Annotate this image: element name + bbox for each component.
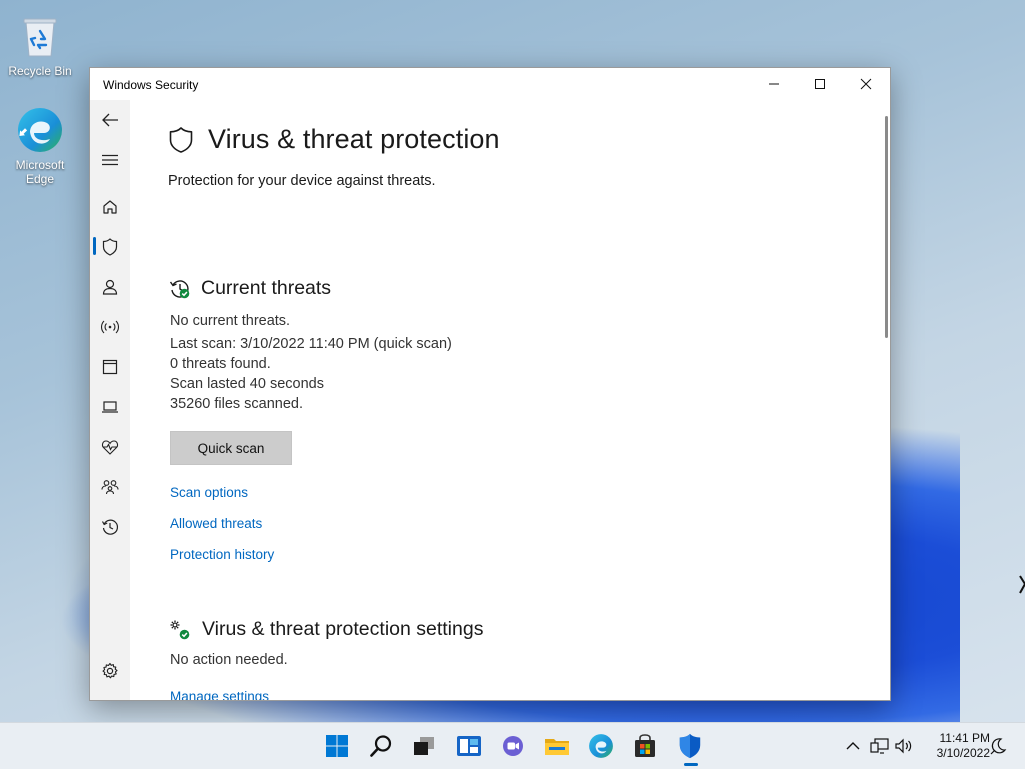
navigation-rail xyxy=(90,100,130,700)
settings-gears-icon xyxy=(170,620,190,640)
file-explorer-button[interactable] xyxy=(541,730,573,762)
clock-time: 11:41 PM xyxy=(939,731,990,745)
search-button[interactable] xyxy=(365,730,397,762)
desktop-icon-label: Microsoft Edge xyxy=(15,158,65,186)
volume-button[interactable] xyxy=(894,737,914,755)
maximize-button[interactable] xyxy=(797,68,843,100)
heart-pulse-icon xyxy=(101,440,119,455)
chevron-up-icon xyxy=(846,742,860,750)
main-content: Virus & threat protection Protection for… xyxy=(130,100,890,700)
show-hidden-icons-button[interactable] xyxy=(843,737,863,755)
search-icon xyxy=(370,735,392,757)
nav-app-browser-control[interactable] xyxy=(90,349,130,385)
teams-chat-button[interactable] xyxy=(497,730,529,762)
family-icon xyxy=(101,480,119,495)
moon-icon xyxy=(990,738,1007,755)
nav-family-options[interactable] xyxy=(90,469,130,505)
network-icon xyxy=(870,738,889,754)
nav-device-security[interactable] xyxy=(90,389,130,425)
desktop-icon-edge[interactable]: Microsoft Edge xyxy=(2,106,78,186)
clock-date: 3/10/2022 xyxy=(936,746,990,760)
desktop-icon-recycle-bin[interactable]: Recycle Bin xyxy=(2,12,78,78)
threat-history-icon xyxy=(169,111,191,133)
manage-settings-link[interactable]: Manage settings xyxy=(170,689,269,700)
network-button[interactable] xyxy=(870,737,890,755)
windows-security-window: Windows Security Virus & threat protecti… xyxy=(89,67,891,701)
threats-found-text: 0 threats found. xyxy=(170,356,271,372)
close-icon xyxy=(860,78,872,90)
store-icon xyxy=(635,734,655,757)
page-title: Virus & threat protection xyxy=(208,124,500,154)
wireless-icon xyxy=(101,320,119,334)
mouse-cursor-icon xyxy=(1019,575,1025,594)
home-icon xyxy=(103,200,117,214)
windows-security-taskbar-button[interactable] xyxy=(674,730,706,762)
nav-back-button[interactable] xyxy=(90,102,130,138)
chat-icon xyxy=(503,736,523,756)
task-view-button[interactable] xyxy=(408,730,440,762)
widgets-icon xyxy=(457,736,481,756)
current-threats-heading: Current threats xyxy=(201,277,332,299)
desktop-icon-label: Recycle Bin xyxy=(8,64,72,78)
files-scanned-text: 35260 files scanned. xyxy=(170,396,304,412)
page-subtitle: Protection for your device against threa… xyxy=(168,173,436,189)
last-scan-text: Last scan: 3/10/2022 11:40 PM (quick sca… xyxy=(170,336,452,352)
task-view-icon xyxy=(414,737,434,755)
widgets-button[interactable] xyxy=(453,730,485,762)
recycle-bin-icon xyxy=(16,12,64,60)
folder-icon xyxy=(545,739,569,755)
edge-icon xyxy=(16,106,64,154)
window-title: Windows Security xyxy=(103,78,199,92)
back-arrow-icon xyxy=(102,113,118,127)
nav-virus-threat-protection[interactable] xyxy=(90,229,130,265)
gear-icon xyxy=(102,662,118,679)
settings-section-heading: Virus & threat protection settings xyxy=(202,618,484,640)
person-icon xyxy=(102,279,118,295)
nav-account-protection[interactable] xyxy=(90,269,130,305)
settings-status-text: No action needed. xyxy=(170,652,288,668)
laptop-icon xyxy=(102,401,118,413)
nav-protection-history[interactable] xyxy=(90,509,130,545)
app-window-icon xyxy=(102,359,118,375)
taskbar-clock[interactable]: 11:41 PM 3/10/2022 xyxy=(922,731,990,761)
close-button[interactable] xyxy=(843,68,889,100)
quick-scan-button[interactable]: Quick scan xyxy=(170,431,292,465)
nav-settings[interactable] xyxy=(90,653,130,689)
hamburger-icon xyxy=(102,154,118,166)
focus-assist-button[interactable] xyxy=(988,737,1008,755)
nav-device-performance-health[interactable] xyxy=(90,429,130,465)
maximize-icon xyxy=(815,79,825,89)
allowed-threats-link[interactable]: Allowed threats xyxy=(170,516,262,531)
nav-firewall-network[interactable] xyxy=(90,309,130,345)
start-button[interactable] xyxy=(321,730,353,762)
store-button[interactable] xyxy=(629,730,661,762)
scan-clock-icon xyxy=(169,280,190,299)
volume-icon xyxy=(895,738,912,754)
minimize-button[interactable] xyxy=(751,68,797,100)
nav-menu-button[interactable] xyxy=(90,142,130,178)
scan-options-link[interactable]: Scan options xyxy=(170,485,248,500)
shield-icon xyxy=(102,238,118,256)
nav-home[interactable] xyxy=(90,189,130,225)
edge-icon xyxy=(589,734,613,758)
scrollbar[interactable] xyxy=(885,116,888,338)
protection-history-link[interactable]: Protection history xyxy=(170,547,274,562)
title-bar[interactable]: Windows Security xyxy=(90,68,890,100)
security-shield-icon xyxy=(679,733,701,759)
active-app-indicator xyxy=(684,763,698,766)
history-icon xyxy=(101,519,119,535)
minimize-icon xyxy=(769,83,779,85)
scan-duration-text: Scan lasted 40 seconds xyxy=(170,376,324,392)
windows-logo-icon xyxy=(326,735,348,757)
edge-taskbar-button[interactable] xyxy=(585,730,617,762)
taskbar: 11:41 PM 3/10/2022 xyxy=(0,722,1025,769)
no-current-threats-text: No current threats. xyxy=(170,313,291,329)
